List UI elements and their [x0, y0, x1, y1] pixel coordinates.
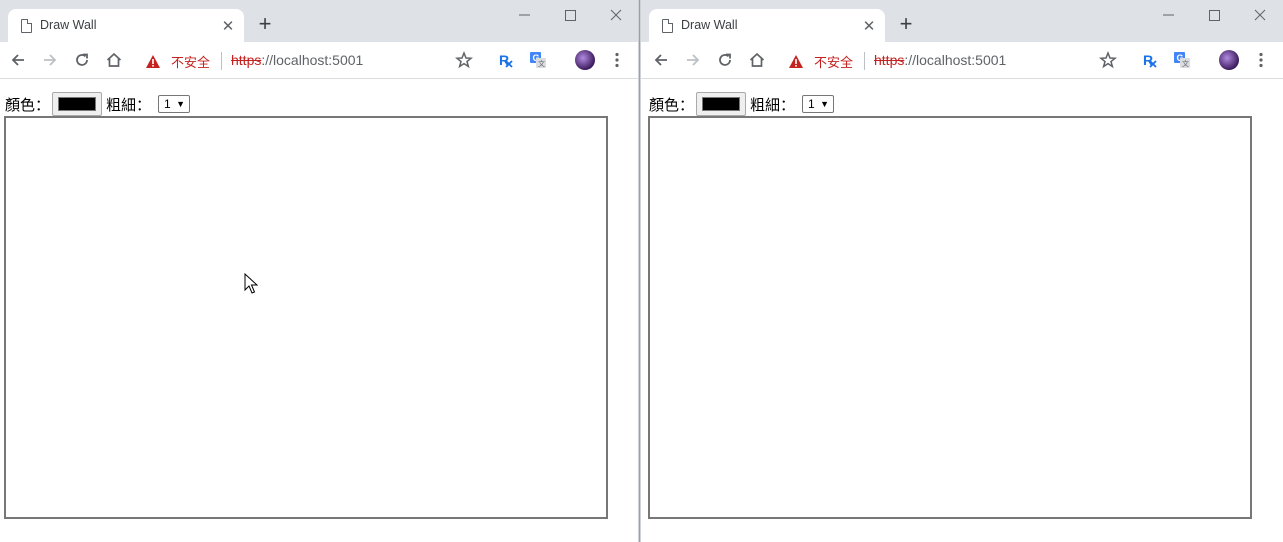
maximize-icon[interactable]	[560, 6, 580, 24]
document-icon	[662, 19, 673, 33]
svg-text:文: 文	[538, 59, 545, 68]
menu-icon[interactable]	[607, 50, 627, 70]
page-content: 顏色： 粗細： 1 ▼	[0, 80, 638, 542]
back-icon[interactable]	[8, 50, 28, 70]
tab-title: Draw Wall	[40, 18, 97, 32]
svg-text:文: 文	[1182, 59, 1189, 68]
maximize-icon[interactable]	[1204, 6, 1224, 24]
browser-window-left: Draw Wall ✕ + 不安全 https://localhost:5001…	[0, 0, 638, 542]
width-select-value: 1	[808, 97, 815, 111]
width-label: 粗細：	[750, 96, 796, 114]
minimize-icon[interactable]	[515, 6, 535, 24]
toolbar: 不安全 https://localhost:5001 R G文	[641, 42, 1283, 79]
omnibox-separator	[864, 52, 865, 70]
color-swatch	[702, 97, 740, 111]
tab-strip: Draw Wall ✕ +	[641, 0, 1283, 43]
tab-title: Draw Wall	[681, 18, 738, 32]
reload-icon[interactable]	[715, 50, 735, 70]
color-picker[interactable]	[696, 92, 746, 116]
rx-extension-icon[interactable]: R	[1140, 50, 1160, 70]
reload-icon[interactable]	[72, 50, 92, 70]
home-icon[interactable]	[104, 50, 124, 70]
back-icon[interactable]	[651, 50, 671, 70]
browser-window-right: Draw Wall ✕ + 不安全 https://localhost:5001…	[641, 0, 1283, 542]
forward-icon[interactable]	[40, 50, 60, 70]
width-label: 粗細：	[106, 96, 152, 114]
chevron-down-icon: ▼	[820, 99, 829, 109]
tab-draw-wall[interactable]: Draw Wall ✕	[8, 9, 244, 43]
url-host: ://localhost:5001	[261, 52, 364, 68]
tab-close-icon[interactable]: ✕	[220, 18, 236, 34]
tab-draw-wall[interactable]: Draw Wall ✕	[649, 9, 885, 43]
color-label: 顏色：	[649, 96, 695, 114]
omnibox-separator	[221, 52, 222, 70]
drawing-canvas[interactable]	[4, 116, 608, 519]
home-icon[interactable]	[747, 50, 767, 70]
profile-avatar[interactable]	[575, 50, 595, 70]
forward-icon[interactable]	[683, 50, 703, 70]
url-text[interactable]: https://localhost:5001	[231, 52, 363, 68]
drawing-canvas[interactable]	[648, 116, 1252, 519]
new-tab-icon[interactable]: +	[255, 13, 275, 35]
width-select[interactable]: 1 ▼	[158, 95, 190, 113]
rx-extension-icon[interactable]: R	[496, 50, 516, 70]
screen: Draw Wall ✕ + 不安全 https://localhost:5001…	[0, 0, 1283, 542]
tab-strip: Draw Wall ✕ +	[0, 0, 638, 43]
chevron-down-icon: ▼	[176, 99, 185, 109]
security-label[interactable]: 不安全	[171, 52, 210, 71]
mouse-cursor	[244, 272, 259, 299]
translate-extension-icon[interactable]: G文	[528, 50, 548, 70]
profile-avatar[interactable]	[1219, 50, 1239, 70]
warning-icon[interactable]	[145, 54, 161, 73]
star-icon[interactable]	[1098, 50, 1118, 70]
menu-icon[interactable]	[1251, 50, 1271, 70]
url-host: ://localhost:5001	[904, 52, 1007, 68]
toolbar: 不安全 https://localhost:5001 R G文	[0, 42, 638, 79]
width-select-value: 1	[164, 97, 171, 111]
width-select[interactable]: 1 ▼	[802, 95, 834, 113]
color-label: 顏色：	[5, 96, 51, 114]
minimize-icon[interactable]	[1159, 6, 1179, 24]
color-picker[interactable]	[52, 92, 102, 116]
new-tab-icon[interactable]: +	[896, 13, 916, 35]
security-label[interactable]: 不安全	[814, 52, 853, 71]
tab-close-icon[interactable]: ✕	[861, 18, 877, 34]
star-icon[interactable]	[454, 50, 474, 70]
translate-extension-icon[interactable]: G文	[1172, 50, 1192, 70]
color-swatch	[58, 97, 96, 111]
url-scheme: https	[231, 52, 262, 68]
close-icon[interactable]	[606, 6, 626, 24]
close-icon[interactable]	[1250, 6, 1270, 24]
warning-icon[interactable]	[788, 54, 804, 73]
document-icon	[21, 19, 32, 33]
page-content: 顏色： 粗細： 1 ▼	[641, 80, 1283, 542]
url-text[interactable]: https://localhost:5001	[874, 52, 1006, 68]
url-scheme: https	[874, 52, 905, 68]
